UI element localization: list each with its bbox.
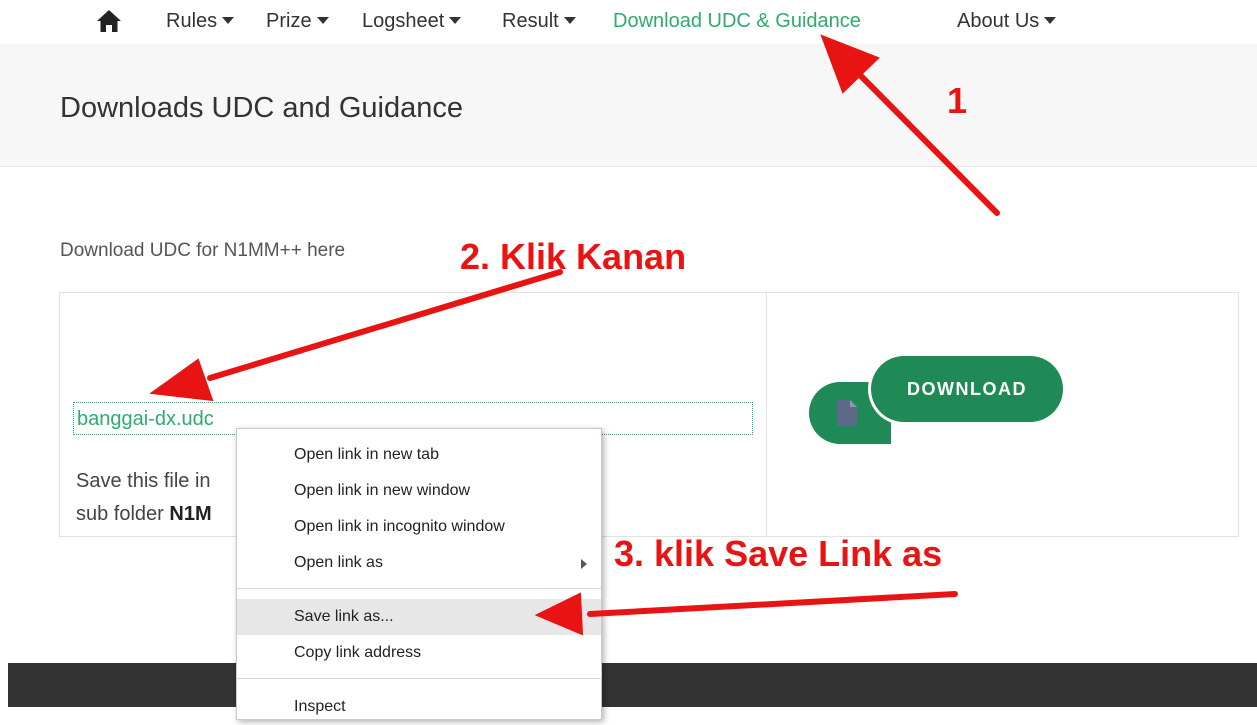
document-icon (837, 400, 857, 426)
download-button[interactable]: DOWNLOAD (871, 356, 1063, 422)
nav-download-udc[interactable]: Download UDC & Guidance (613, 10, 861, 33)
menu-open-link-as[interactable]: Open link as (237, 545, 601, 581)
section-text: Download UDC for N1MM++ here (60, 240, 346, 261)
menu-copy-link-address[interactable]: Copy link address (237, 635, 601, 671)
nav-result[interactable]: Result (502, 10, 576, 33)
menu-separator (237, 678, 601, 679)
caret-down-icon (316, 17, 329, 24)
nav-logsheet[interactable]: Logsheet (362, 10, 462, 33)
submenu-arrow-icon (581, 559, 587, 569)
divider (766, 292, 767, 537)
menu-open-new-window[interactable]: Open link in new window (237, 473, 601, 509)
annotation-step3: 3. klik Save Link as (614, 533, 943, 574)
caret-down-icon (222, 17, 235, 24)
nav-about-us[interactable]: About Us (957, 10, 1057, 33)
menu-inspect[interactable]: Inspect (237, 689, 601, 725)
annotation-step1: 1 (947, 80, 968, 121)
caret-down-icon (1044, 17, 1057, 24)
save-instruction-line1: Save this file in (76, 470, 211, 492)
footer (8, 663, 1257, 707)
menu-separator (237, 588, 601, 589)
page-title: Downloads UDC and Guidance (60, 92, 463, 124)
annotation-step2: 2. Klik Kanan (460, 236, 687, 277)
caret-down-icon (563, 17, 576, 24)
caret-down-icon (449, 17, 462, 24)
context-menu: Open link in new tab Open link in new wi… (236, 428, 602, 720)
arrow-step3 (587, 591, 958, 617)
menu-save-link-as[interactable]: Save link as... (237, 599, 601, 635)
menu-open-new-tab[interactable]: Open link in new tab (237, 437, 601, 473)
nav-rules[interactable]: Rules (166, 10, 235, 33)
menu-open-incognito[interactable]: Open link in incognito window (237, 509, 601, 545)
home-icon[interactable] (96, 9, 122, 33)
nav-prize[interactable]: Prize (266, 10, 329, 33)
top-navigation: Rules Prize Logsheet Result Download UDC… (0, 0, 1257, 44)
